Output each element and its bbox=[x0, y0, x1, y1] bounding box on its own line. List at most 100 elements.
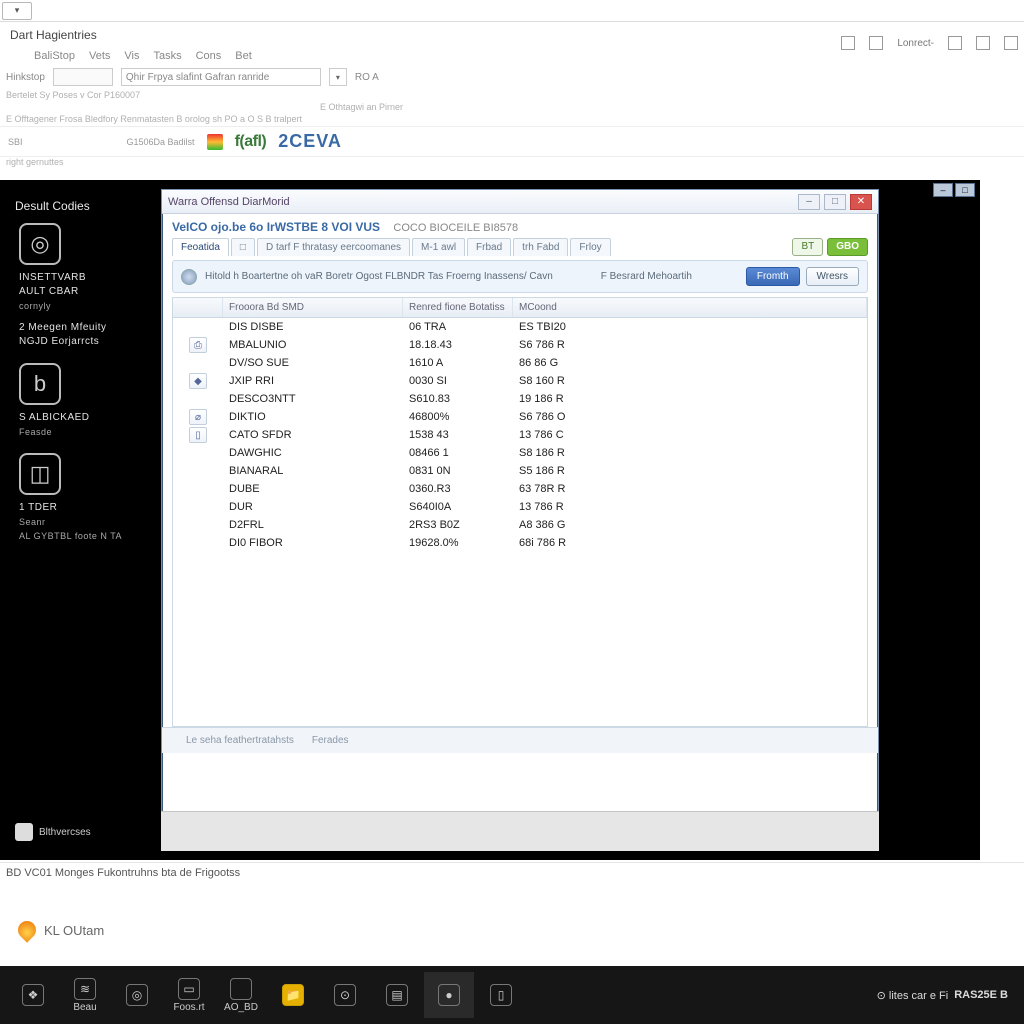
tab[interactable]: Feoatida bbox=[172, 238, 229, 256]
column-header[interactable]: Frooora Bd SMD bbox=[223, 298, 403, 317]
table-row[interactable]: DURS640I0A13 786 R bbox=[173, 498, 867, 516]
tab[interactable]: Frbad bbox=[467, 238, 511, 256]
column-header[interactable]: MCoond bbox=[513, 298, 867, 317]
menu-item[interactable]: BaliStop bbox=[34, 50, 75, 62]
cell: DESCO3NTT bbox=[223, 392, 403, 406]
tab[interactable]: trh Fabd bbox=[513, 238, 568, 256]
row-icon-cell bbox=[173, 524, 223, 526]
sidebar-footer-label: Blthvercses bbox=[39, 827, 91, 838]
taskbar-item[interactable]: ● bbox=[424, 972, 474, 1018]
clock-pre: ⊙ lites car e Fi bbox=[877, 989, 949, 1002]
cell: 0831 0N bbox=[403, 464, 513, 478]
brand-row-label: G1506Da Badilst bbox=[127, 137, 195, 147]
tool-icon[interactable] bbox=[841, 36, 855, 50]
minimize-icon[interactable]: – bbox=[933, 183, 953, 197]
row-icon-cell: ⎙ bbox=[173, 336, 223, 354]
row-icon-cell bbox=[173, 452, 223, 454]
table-row[interactable]: BIANARAL0831 0NS5 186 R bbox=[173, 462, 867, 480]
taskbar-item[interactable]: ▯ bbox=[476, 972, 526, 1018]
primary-button[interactable]: Fromth bbox=[746, 267, 800, 286]
tool-icon[interactable] bbox=[948, 36, 962, 50]
taskbar-item[interactable]: ▤ bbox=[372, 972, 422, 1018]
cell: 46800% bbox=[403, 410, 513, 424]
quick-field-dropdown[interactable]: ▾ bbox=[329, 68, 347, 86]
taskbar-label: Foos.rt bbox=[173, 1002, 204, 1013]
taskbar-item[interactable]: AO_BD bbox=[216, 972, 266, 1018]
tab[interactable]: Frloy bbox=[570, 238, 610, 256]
sidebar-title: Desult Codies bbox=[15, 199, 153, 213]
taskbar-label: AO_BD bbox=[224, 1002, 258, 1013]
tool-icon[interactable] bbox=[869, 36, 883, 50]
titlebar-dropdown[interactable]: ▾ bbox=[2, 2, 32, 20]
menu-item[interactable]: Bet bbox=[235, 50, 252, 62]
table-row[interactable]: ◆JXIP RRI0030 SIS8 160 R bbox=[173, 372, 867, 390]
row-icon-cell bbox=[173, 362, 223, 364]
brand-icon bbox=[207, 134, 223, 150]
app-root: ▾ Dart Hagientries Lonrect- BaliStop Vet… bbox=[0, 0, 1024, 1024]
sidebar-icon-scan[interactable]: ◎ bbox=[19, 223, 61, 265]
table-row[interactable]: DAWGHIC08466 1S8 186 R bbox=[173, 444, 867, 462]
table-row[interactable]: DESCO3NTTS610.8319 186 R bbox=[173, 390, 867, 408]
toolbar-combo[interactable] bbox=[53, 68, 113, 86]
cell: DUR bbox=[223, 500, 403, 514]
secondary-button[interactable]: Wresrs bbox=[806, 267, 859, 286]
table-row[interactable]: ⎙MBALUNIO18.18.43S6 786 R bbox=[173, 336, 867, 354]
cell: DI0 FIBOR bbox=[223, 536, 403, 550]
close-icon[interactable]: ✕ bbox=[850, 194, 872, 210]
column-header[interactable] bbox=[173, 298, 223, 317]
table-row[interactable]: DUBE0360.R363 78R R bbox=[173, 480, 867, 498]
cell: 08466 1 bbox=[403, 446, 513, 460]
tab[interactable]: □ bbox=[231, 238, 255, 256]
taskbar-item[interactable]: ▭Foos.rt bbox=[164, 972, 214, 1018]
dialog-titlebar[interactable]: Warra Offensd DiarMorid – □ ✕ bbox=[162, 190, 878, 214]
menu-item[interactable]: Cons bbox=[196, 50, 222, 62]
row-icon-cell bbox=[173, 326, 223, 328]
taskbar-item[interactable]: ≋Beau bbox=[60, 972, 110, 1018]
sidebar-icon-config[interactable]: ◫ bbox=[19, 453, 61, 495]
quick-field[interactable]: Qhir Frpya slafint Gafran ranride bbox=[121, 68, 321, 86]
taskbar-item[interactable]: 📁 bbox=[268, 972, 318, 1018]
taskbar-icon: ❖ bbox=[22, 984, 44, 1006]
cell: DV/SO SUE bbox=[223, 356, 403, 370]
clock-time: RAS25E B bbox=[954, 989, 1008, 1001]
minimize-icon[interactable]: – bbox=[798, 194, 820, 210]
taskbar-icon: ▤ bbox=[386, 984, 408, 1006]
maximize-icon[interactable]: □ bbox=[955, 183, 975, 197]
taskbar-item[interactable]: ⊙ bbox=[320, 972, 370, 1018]
sidebar-item-label[interactable]: 2 Meegen Mfeuity bbox=[19, 321, 157, 335]
table-row[interactable]: DV/SO SUE1610 A86 86 G bbox=[173, 354, 867, 372]
status-label: Lonrect- bbox=[897, 38, 934, 49]
table-row[interactable]: DI0 FIBOR19628.0%68i 786 R bbox=[173, 534, 867, 552]
top-right-tools: Lonrect- bbox=[841, 36, 1018, 50]
table-row[interactable]: DIS DISBE06 TRAES TBI20 bbox=[173, 318, 867, 336]
taskbar-item[interactable]: ◎ bbox=[112, 972, 162, 1018]
sidebar-item-sub: Seanr bbox=[19, 515, 157, 529]
sidebar-item-sub: Feasde bbox=[19, 425, 157, 439]
tool-icon[interactable] bbox=[1004, 36, 1018, 50]
tool-icon[interactable] bbox=[976, 36, 990, 50]
tab[interactable]: M-1 awl bbox=[412, 238, 465, 256]
bottom-label: KL OUtam bbox=[44, 923, 104, 938]
brand-logo-1: f(afl) bbox=[235, 133, 267, 151]
menu-item[interactable]: Vis bbox=[124, 50, 139, 62]
taskbar-icon: ▯ bbox=[490, 984, 512, 1006]
menu-item[interactable]: Vets bbox=[89, 50, 110, 62]
frame-window-controls: – □ bbox=[933, 183, 975, 197]
sidebar-item-label: S ALBICKAED bbox=[19, 411, 157, 425]
maximize-icon[interactable]: □ bbox=[824, 194, 846, 210]
footer-text: Ferades bbox=[312, 735, 349, 746]
taskbar-items: ❖ ≋Beau◎▭Foos.rt AO_BD 📁 ⊙ ▤ ● ▯ bbox=[8, 972, 526, 1018]
table-row[interactable]: ⌀DIKTIO46800%S6 786 O bbox=[173, 408, 867, 426]
brand-logo-2: 2CEVA bbox=[278, 131, 342, 152]
sidebar-icon-tool[interactable]: b bbox=[19, 363, 61, 405]
tab[interactable]: D tarf F thratasy eercoomanes bbox=[257, 238, 410, 256]
menu-item[interactable]: Tasks bbox=[153, 50, 181, 62]
table-row[interactable]: D2FRL2RS3 B0ZA8 386 G bbox=[173, 516, 867, 534]
taskbar-icon: ⊙ bbox=[334, 984, 356, 1006]
cell: 13 786 C bbox=[513, 428, 867, 442]
table-row[interactable]: ▯CATO SFDR1538 4313 786 C bbox=[173, 426, 867, 444]
column-header[interactable]: Renred fione Botatiss bbox=[403, 298, 513, 317]
go-pill[interactable]: GBO bbox=[827, 238, 868, 256]
taskbar-item[interactable]: ❖ bbox=[8, 972, 58, 1018]
cell: S6 786 R bbox=[513, 338, 867, 352]
